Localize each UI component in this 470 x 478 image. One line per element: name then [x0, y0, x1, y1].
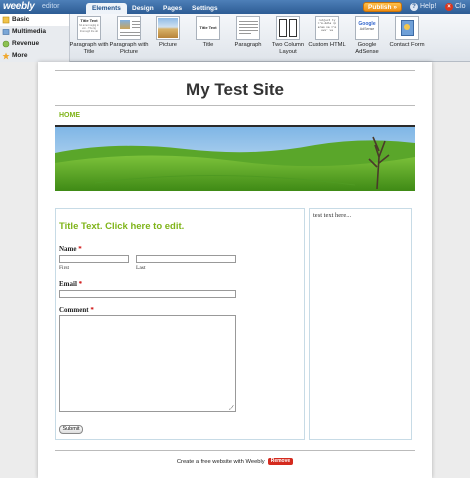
logo-subtitle: editor: [42, 3, 60, 10]
weebly-logo: weebly: [3, 1, 35, 12]
picture-icon: [156, 16, 180, 40]
banner-landscape: [55, 127, 415, 191]
category-label: More: [12, 52, 28, 59]
title-icon: Title Text: [196, 16, 220, 40]
more-icon: [2, 52, 10, 60]
elements-toolbar: Basic Multimedia Revenue More Title Text…: [0, 14, 470, 62]
element-label: Paragraph with Title: [69, 42, 109, 55]
category-label: Multimedia: [12, 28, 46, 35]
category-list: Basic Multimedia Revenue More: [0, 14, 70, 62]
header-banner-image: [55, 125, 415, 191]
paragraph-icon: [236, 16, 260, 40]
footer: Create a free website with Weebly Remove: [38, 458, 432, 465]
tab-design[interactable]: Design: [126, 3, 160, 14]
element-contact-form[interactable]: Contact Form: [387, 16, 427, 49]
contact-form-icon: [395, 16, 419, 40]
category-basic[interactable]: Basic: [0, 14, 69, 26]
help-icon: ?: [410, 3, 418, 11]
help-label: Help!: [420, 3, 437, 10]
remove-footer-button[interactable]: Remove: [267, 458, 294, 465]
paragraph-with-picture-icon: [117, 16, 141, 40]
comment-textarea[interactable]: [59, 315, 236, 412]
element-label: Contact Form: [389, 42, 425, 48]
category-label: Basic: [12, 16, 30, 23]
element-paragraph-with-picture[interactable]: Paragraph with Picture: [109, 16, 149, 56]
element-label: Two Column Layout: [271, 42, 305, 55]
footer-text[interactable]: Create a free website with Weebly: [177, 459, 265, 465]
submit-button[interactable]: Submit: [59, 425, 83, 434]
custom-html-icon: <object ty ='m.ddla <param na ='move' va: [315, 16, 339, 40]
category-multimedia[interactable]: Multimedia: [0, 26, 69, 38]
last-sublabel: Last: [136, 265, 146, 271]
email-field[interactable]: [59, 290, 236, 298]
element-label: Paragraph: [234, 42, 262, 48]
top-bar: weebly editor Elements Design Pages Sett…: [0, 0, 470, 14]
element-label: Google AdSense: [355, 42, 379, 55]
close-button[interactable]: × Clo: [445, 2, 466, 12]
divider: [55, 70, 415, 71]
category-revenue[interactable]: Revenue: [0, 38, 69, 50]
element-two-column-layout[interactable]: Two Column Layout: [268, 16, 308, 56]
tab-settings[interactable]: Settings: [186, 3, 224, 14]
category-label: Revenue: [12, 40, 40, 47]
email-label: Email *: [59, 280, 83, 288]
site-title[interactable]: My Test Site: [38, 80, 432, 100]
element-label: Custom HTML: [308, 42, 346, 48]
category-more[interactable]: More: [0, 50, 69, 62]
divider: [55, 450, 415, 451]
name-label: Name *: [59, 245, 82, 253]
multimedia-icon: [2, 29, 10, 35]
right-column: test text here...: [309, 208, 412, 440]
element-picture[interactable]: Picture: [148, 16, 188, 49]
first-name-field[interactable]: [59, 255, 129, 263]
element-title[interactable]: Title Text Title: [188, 16, 228, 49]
last-name-field[interactable]: [136, 255, 236, 263]
resize-handle-icon[interactable]: [229, 405, 234, 410]
element-label: Picture: [158, 42, 178, 48]
divider: [55, 105, 415, 106]
right-column-text[interactable]: test text here...: [313, 212, 351, 219]
first-sublabel: First: [59, 265, 70, 271]
help-button[interactable]: ? Help!: [410, 2, 436, 12]
basic-icon: [2, 16, 10, 24]
tab-pages[interactable]: Pages: [157, 3, 188, 14]
google-adsense-icon: Google AdSense: [355, 16, 379, 40]
paragraph-with-title-icon: Title Text Sit amet neglig in vel... The…: [77, 16, 101, 40]
tab-elements[interactable]: Elements: [86, 3, 127, 14]
publish-button[interactable]: Publish »: [363, 2, 402, 12]
element-label: Title: [202, 42, 214, 48]
two-column-icon: [276, 16, 300, 40]
close-label: Clo: [455, 3, 466, 10]
form-title[interactable]: Title Text. Click here to edit.: [59, 221, 184, 232]
comment-label: Comment *: [59, 306, 94, 314]
close-icon: ×: [445, 3, 453, 11]
contact-form-column: Title Text. Click here to edit. Name * F…: [55, 208, 305, 440]
element-paragraph-with-title[interactable]: Title Text Sit amet neglig in vel... The…: [69, 16, 109, 56]
element-google-adsense[interactable]: Google AdSense Google AdSense: [347, 16, 387, 56]
site-page: My Test Site HOME Title Text. Click here…: [38, 62, 432, 478]
element-paragraph[interactable]: Paragraph: [228, 16, 268, 49]
element-label: Paragraph with Picture: [109, 42, 149, 55]
element-custom-html[interactable]: <object ty ='m.ddla <param na ='move' va…: [307, 16, 347, 49]
revenue-icon: [2, 40, 10, 48]
nav-item-home[interactable]: HOME: [59, 112, 80, 119]
